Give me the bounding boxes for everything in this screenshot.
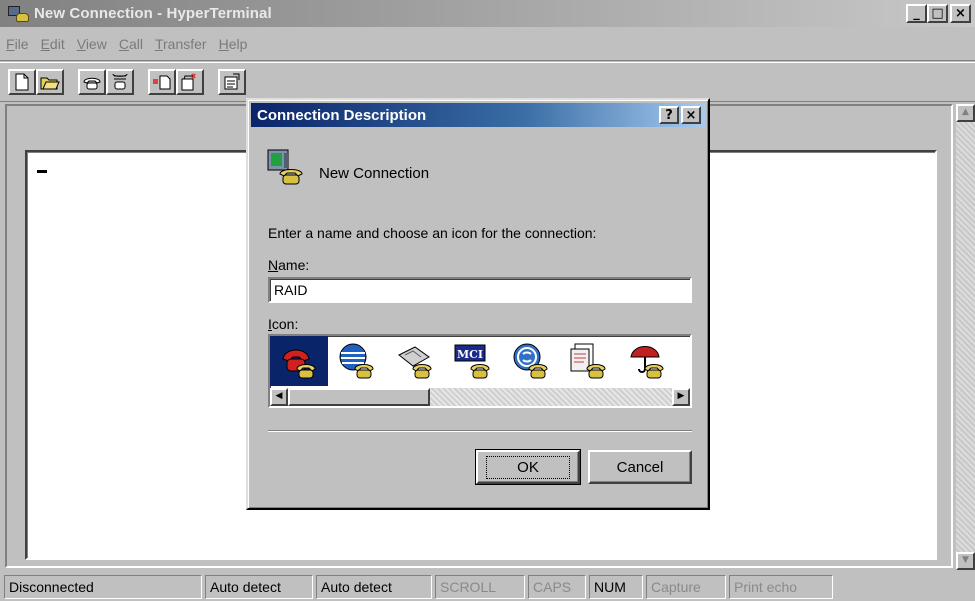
hyperterminal-app-icon	[8, 4, 30, 24]
title-bar[interactable]: New Connection - HyperTerminal _ □ ×	[0, 0, 975, 27]
open-folder-button[interactable]	[36, 69, 64, 95]
receive-file-button[interactable]	[176, 69, 204, 95]
icon-label: Icon:	[268, 316, 299, 332]
connection-description-dialog: Connection Description ? × New Connectio…	[246, 98, 710, 510]
send-file-button[interactable]	[148, 69, 176, 95]
open-folder-icon	[40, 77, 60, 90]
help-button[interactable]: ?	[659, 106, 679, 124]
minimize-button[interactable]: _	[906, 4, 927, 23]
scroll-right-button[interactable]: ▶	[672, 388, 690, 406]
menu-call[interactable]: Call	[119, 36, 143, 52]
icon-list[interactable]: MCI ◀ ▶	[268, 334, 692, 408]
receive-file-icon	[181, 73, 196, 91]
close-button[interactable]: ×	[950, 4, 971, 23]
dialog-title-bar[interactable]: Connection Description ? ×	[251, 103, 705, 127]
status-port-settings: Auto detect	[316, 574, 432, 599]
properties-icon	[224, 73, 240, 90]
umbrella-phone-icon[interactable]	[618, 336, 676, 386]
dialog-separator	[268, 430, 692, 432]
menu-file[interactable]: File	[6, 36, 29, 52]
vertical-scrollbar[interactable]: ▲ ▼	[956, 104, 975, 570]
menu-transfer[interactable]: Transfer	[155, 36, 207, 52]
cancel-button[interactable]: Cancel	[588, 450, 692, 484]
call-button[interactable]	[78, 69, 106, 95]
fax-phone-icon[interactable]	[386, 336, 444, 386]
properties-button[interactable]	[218, 69, 246, 95]
status-bar: Disconnected Auto detect Auto detect SCR…	[0, 572, 975, 601]
documents-phone-icon[interactable]	[560, 336, 618, 386]
svg-text:MCI: MCI	[457, 348, 483, 361]
status-num: NUM	[589, 574, 643, 599]
window-controls: _ □ ×	[906, 4, 971, 23]
status-print-echo: Print echo	[729, 574, 833, 599]
globe-phone-icon[interactable]	[328, 336, 386, 386]
menu-help[interactable]: Help	[219, 36, 248, 52]
window-title: New Connection - HyperTerminal	[34, 5, 272, 22]
scroll-up-button[interactable]: ▲	[956, 104, 975, 122]
ge-phone-icon[interactable]	[502, 336, 560, 386]
name-label: Name:	[268, 257, 310, 273]
dialog-title: Connection Description	[257, 106, 427, 124]
status-scroll: SCROLL	[435, 574, 525, 599]
text-cursor	[37, 170, 47, 173]
menu-bar: File Edit View Call Transfer Help	[0, 27, 975, 61]
status-connection: Disconnected	[4, 574, 202, 599]
menu-edit[interactable]: Edit	[41, 36, 65, 52]
menu-view[interactable]: View	[77, 36, 107, 52]
call-icon	[83, 77, 101, 90]
ok-button[interactable]: OK	[475, 449, 581, 485]
maximize-button[interactable]: □	[927, 4, 948, 23]
disconnect-icon	[112, 73, 128, 90]
status-capture: Capture	[646, 574, 726, 599]
status-terminal-type: Auto detect	[205, 574, 313, 599]
icon-list-scrollbar[interactable]: ◀ ▶	[270, 388, 690, 406]
scroll-down-button[interactable]: ▼	[956, 552, 975, 570]
scroll-thumb[interactable]	[288, 388, 430, 406]
send-file-icon	[153, 75, 171, 90]
dialog-prompt: Enter a name and choose an icon for the …	[268, 225, 597, 241]
new-document-icon	[15, 73, 29, 91]
disconnect-button[interactable]	[106, 69, 134, 95]
status-caps: CAPS	[528, 574, 586, 599]
scroll-left-button[interactable]: ◀	[270, 388, 288, 406]
toolbar	[0, 62, 975, 102]
red-phone-icon[interactable]	[270, 336, 328, 386]
new-document-button[interactable]	[8, 69, 36, 95]
connection-icon	[267, 149, 303, 185]
name-input[interactable]	[268, 277, 692, 303]
mci-phone-icon[interactable]: MCI	[444, 336, 502, 386]
dialog-controls: ? ×	[659, 106, 701, 124]
connection-name-display: New Connection	[319, 165, 430, 182]
dialog-close-button[interactable]: ×	[681, 106, 701, 124]
